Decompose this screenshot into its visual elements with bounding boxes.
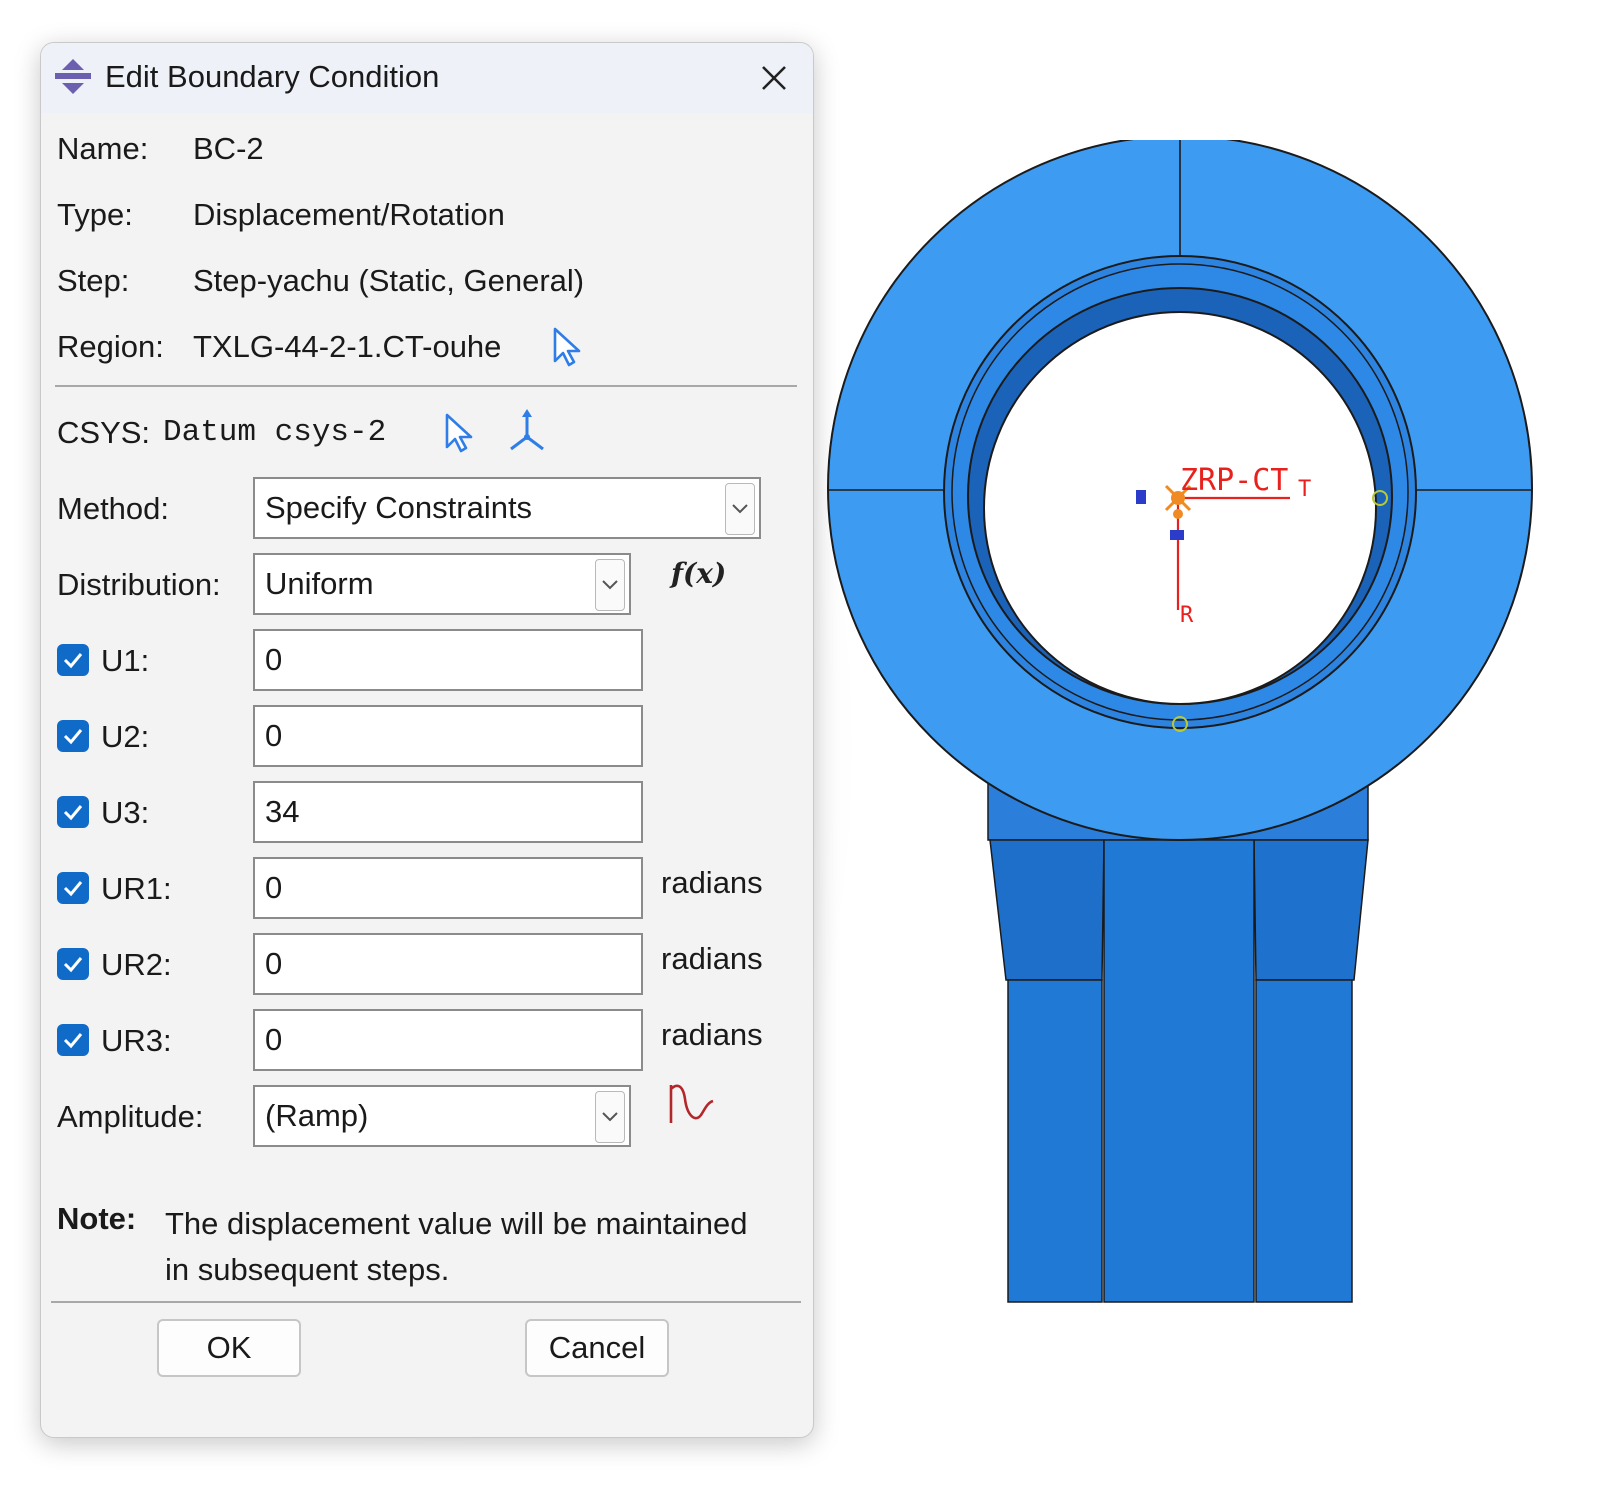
amplitude-dropdown-button[interactable] bbox=[595, 1091, 625, 1143]
dof-value-field[interactable]: 0 bbox=[253, 857, 643, 919]
bracket-left-taper bbox=[989, 839, 1105, 981]
chevron-down-icon bbox=[732, 504, 748, 514]
axis-r-label: R bbox=[1180, 603, 1194, 628]
step-label: Step: bbox=[57, 263, 130, 298]
method-dropdown-button[interactable] bbox=[725, 483, 755, 535]
bc-symbol bbox=[1170, 530, 1184, 540]
distribution-combo[interactable]: Uniform bbox=[253, 553, 631, 615]
region-value: TXLG-44-2-1.CT-ouhe bbox=[193, 329, 502, 364]
boundary-condition-icon bbox=[55, 59, 91, 94]
screen: Edit Boundary Condition Name: BC-2 Type:… bbox=[0, 0, 1612, 1486]
distribution-dropdown-button[interactable] bbox=[595, 559, 625, 611]
checkbox-ur1[interactable] bbox=[57, 872, 89, 904]
dof-label: U1: bbox=[101, 643, 150, 678]
dof-unit-label: radians bbox=[661, 865, 763, 900]
dof-unit-label: radians bbox=[661, 941, 763, 976]
name-value: BC-2 bbox=[193, 131, 264, 166]
create-analytical-field-button[interactable]: f(x) bbox=[671, 557, 726, 590]
checkmark-icon bbox=[63, 1033, 83, 1049]
region-select-arrow-icon[interactable] bbox=[551, 325, 585, 369]
dof-value-field[interactable]: 0 bbox=[253, 705, 643, 767]
region-label: Region: bbox=[57, 329, 164, 364]
type-label: Type: bbox=[57, 197, 133, 232]
step-value: Step-yachu (Static, General) bbox=[193, 263, 585, 298]
checkbox-ur2[interactable] bbox=[57, 948, 89, 980]
ok-button[interactable]: OK bbox=[157, 1319, 301, 1377]
chevron-down-icon bbox=[602, 1112, 618, 1122]
chevron-down-icon bbox=[602, 580, 618, 590]
dof-value-field[interactable]: 0 bbox=[253, 933, 643, 995]
dof-value-field[interactable]: 0 bbox=[253, 1009, 643, 1071]
dof-label: U2: bbox=[101, 719, 150, 754]
dof-value-field[interactable]: 0 bbox=[253, 629, 643, 691]
close-button[interactable] bbox=[749, 53, 799, 103]
dof-label: UR1: bbox=[101, 871, 172, 906]
dof-label: UR3: bbox=[101, 1023, 172, 1058]
amplitude-value: (Ramp) bbox=[265, 1098, 369, 1133]
dof-label: U3: bbox=[101, 795, 150, 830]
checkbox-u1[interactable] bbox=[57, 644, 89, 676]
edit-boundary-condition-dialog: Edit Boundary Condition Name: BC-2 Type:… bbox=[40, 42, 814, 1438]
bc-symbol bbox=[1136, 490, 1146, 504]
cancel-button[interactable]: Cancel bbox=[525, 1319, 669, 1377]
method-value: Specify Constraints bbox=[265, 490, 533, 525]
reference-point-label: ZRP-CT bbox=[1180, 463, 1288, 498]
dof-value-field[interactable]: 34 bbox=[253, 781, 643, 843]
checkbox-u3[interactable] bbox=[57, 796, 89, 828]
method-combo[interactable]: Specify Constraints bbox=[253, 477, 761, 539]
checkmark-icon bbox=[63, 805, 83, 821]
bracket-right-taper bbox=[1253, 839, 1369, 981]
bracket-right-leg bbox=[1255, 979, 1353, 1303]
separator-bottom bbox=[51, 1301, 801, 1303]
type-value: Displacement/Rotation bbox=[193, 197, 505, 232]
checkbox-ur3[interactable] bbox=[57, 1024, 89, 1056]
csys-select-arrow-icon[interactable] bbox=[443, 411, 477, 455]
axis-t-label: T bbox=[1298, 477, 1311, 502]
close-icon bbox=[762, 66, 786, 90]
checkmark-icon bbox=[63, 881, 83, 897]
checkbox-u2[interactable] bbox=[57, 720, 89, 752]
distribution-label: Distribution: bbox=[57, 567, 221, 602]
method-label: Method: bbox=[57, 491, 170, 526]
checkmark-icon bbox=[63, 957, 83, 973]
amplitude-combo[interactable]: (Ramp) bbox=[253, 1085, 631, 1147]
note-text: The displacement value will be maintaine… bbox=[165, 1206, 748, 1287]
separator-top bbox=[55, 385, 797, 387]
bore-hole bbox=[983, 311, 1377, 705]
csys-create-axes-icon[interactable] bbox=[505, 409, 549, 455]
bracket-left-leg bbox=[1007, 979, 1103, 1303]
name-label: Name: bbox=[57, 131, 149, 166]
csys-label: CSYS: bbox=[57, 415, 151, 450]
model-viewport[interactable]: ZRP-CT T R bbox=[820, 140, 1560, 1340]
title-bar[interactable]: Edit Boundary Condition bbox=[41, 43, 813, 113]
dof-label: UR2: bbox=[101, 947, 172, 982]
dof-unit-label: radians bbox=[661, 1017, 763, 1052]
dialog-title: Edit Boundary Condition bbox=[105, 59, 440, 94]
distribution-value: Uniform bbox=[265, 566, 374, 601]
amplitude-label: Amplitude: bbox=[57, 1099, 204, 1134]
create-amplitude-icon[interactable] bbox=[667, 1079, 717, 1129]
bracket-center-web bbox=[1103, 839, 1255, 1303]
note-label: Note: bbox=[57, 1201, 137, 1236]
checkmark-icon bbox=[63, 729, 83, 745]
checkmark-icon bbox=[63, 653, 83, 669]
csys-value: Datum csys-2 bbox=[163, 415, 387, 450]
